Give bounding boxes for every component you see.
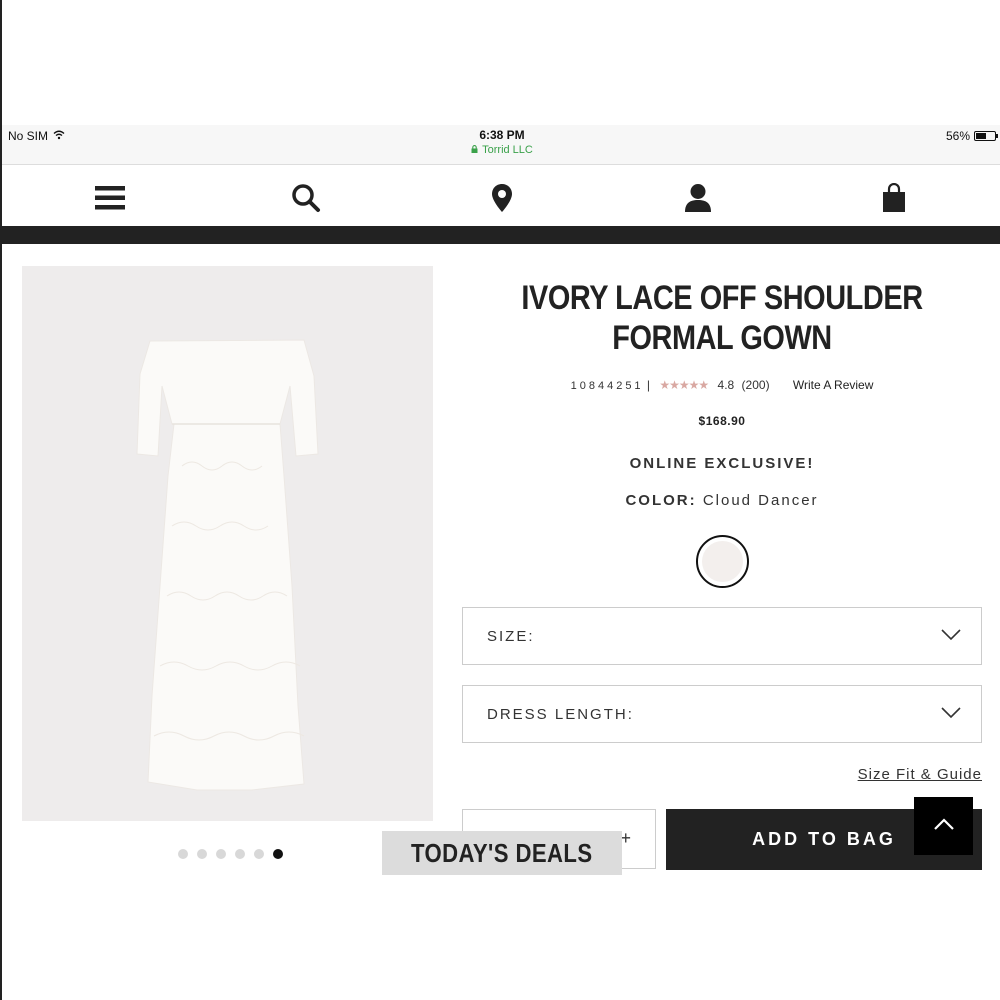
location-pin-icon[interactable] (485, 182, 519, 214)
color-label: COLOR: (625, 492, 697, 509)
swatch-fill (702, 541, 743, 582)
product-price: $168.90 (698, 414, 746, 428)
pagination-dot[interactable] (254, 849, 264, 859)
shopping-bag-icon[interactable] (877, 182, 911, 214)
dress-length-select-label: DRESS LENGTH: (487, 706, 634, 723)
chevron-down-icon (941, 628, 961, 646)
pagination-dot[interactable] (273, 849, 283, 859)
size-guide-link[interactable]: Size Fit & Guide (858, 766, 982, 783)
battery-icon (974, 131, 998, 141)
dress-length-select[interactable]: DRESS LENGTH: (462, 685, 982, 743)
main-nav (2, 166, 1000, 226)
clock-time: 6:38 PM (479, 128, 525, 142)
product-image[interactable] (22, 266, 433, 821)
pagination-dot[interactable] (178, 849, 188, 859)
back-to-top-button[interactable] (914, 797, 973, 855)
pagination-dot[interactable] (216, 849, 226, 859)
image-pagination (178, 849, 283, 859)
size-select[interactable]: SIZE: (462, 607, 982, 665)
lock-icon (471, 144, 478, 156)
page: No SIM 6:38 PM Torrid LLC 56% IVORY LACE… (0, 0, 1000, 1000)
quantity-plus-button[interactable]: + (620, 828, 631, 849)
review-count[interactable]: (200) (742, 378, 770, 392)
todays-deals-banner[interactable]: TODAY'S DEALS (382, 831, 622, 875)
size-select-label: SIZE: (487, 628, 535, 645)
gown-illustration (136, 339, 319, 791)
product-title: IVORY LACE OFF SHOULDER FORMAL GOWN (521, 279, 923, 357)
pagination-dot[interactable] (197, 849, 207, 859)
status-right: 56% (945, 129, 998, 143)
search-icon[interactable] (289, 182, 323, 214)
rating-value: 4.8 (717, 378, 735, 392)
chevron-up-icon (933, 817, 954, 835)
todays-deals-label: TODAY'S DEALS (411, 837, 593, 868)
battery-percent: 56% (945, 129, 970, 143)
header-divider-bar (2, 226, 1000, 244)
status-bar: No SIM 6:38 PM Torrid LLC 56% (2, 125, 1000, 165)
color-swatch-cloud-dancer[interactable] (696, 535, 749, 588)
meta-separator: | (646, 378, 651, 392)
product-meta: 10844251 | ★★★★★ 4.8 (200) Write A Revie… (462, 378, 982, 392)
online-exclusive-badge: ONLINE EXCLUSIVE! (629, 455, 815, 472)
site-url[interactable]: Torrid LLC (2, 144, 1000, 156)
chevron-down-icon (941, 706, 961, 724)
color-value: Cloud Dancer (702, 492, 819, 509)
color-line: COLOR: Cloud Dancer (462, 492, 982, 509)
pagination-dot[interactable] (235, 849, 245, 859)
menu-icon[interactable] (93, 182, 127, 214)
account-icon[interactable] (681, 182, 715, 214)
write-review-link[interactable]: Write A Review (793, 378, 873, 392)
status-center: 6:38 PM Torrid LLC (2, 128, 1000, 156)
product-details: IVORY LACE OFF SHOULDER FORMAL GOWN 1084… (462, 266, 982, 870)
rating-stars-icon[interactable]: ★★★★★ (659, 378, 709, 392)
product-sku: 10844251 (570, 380, 644, 392)
site-url-text: Torrid LLC (482, 144, 533, 156)
